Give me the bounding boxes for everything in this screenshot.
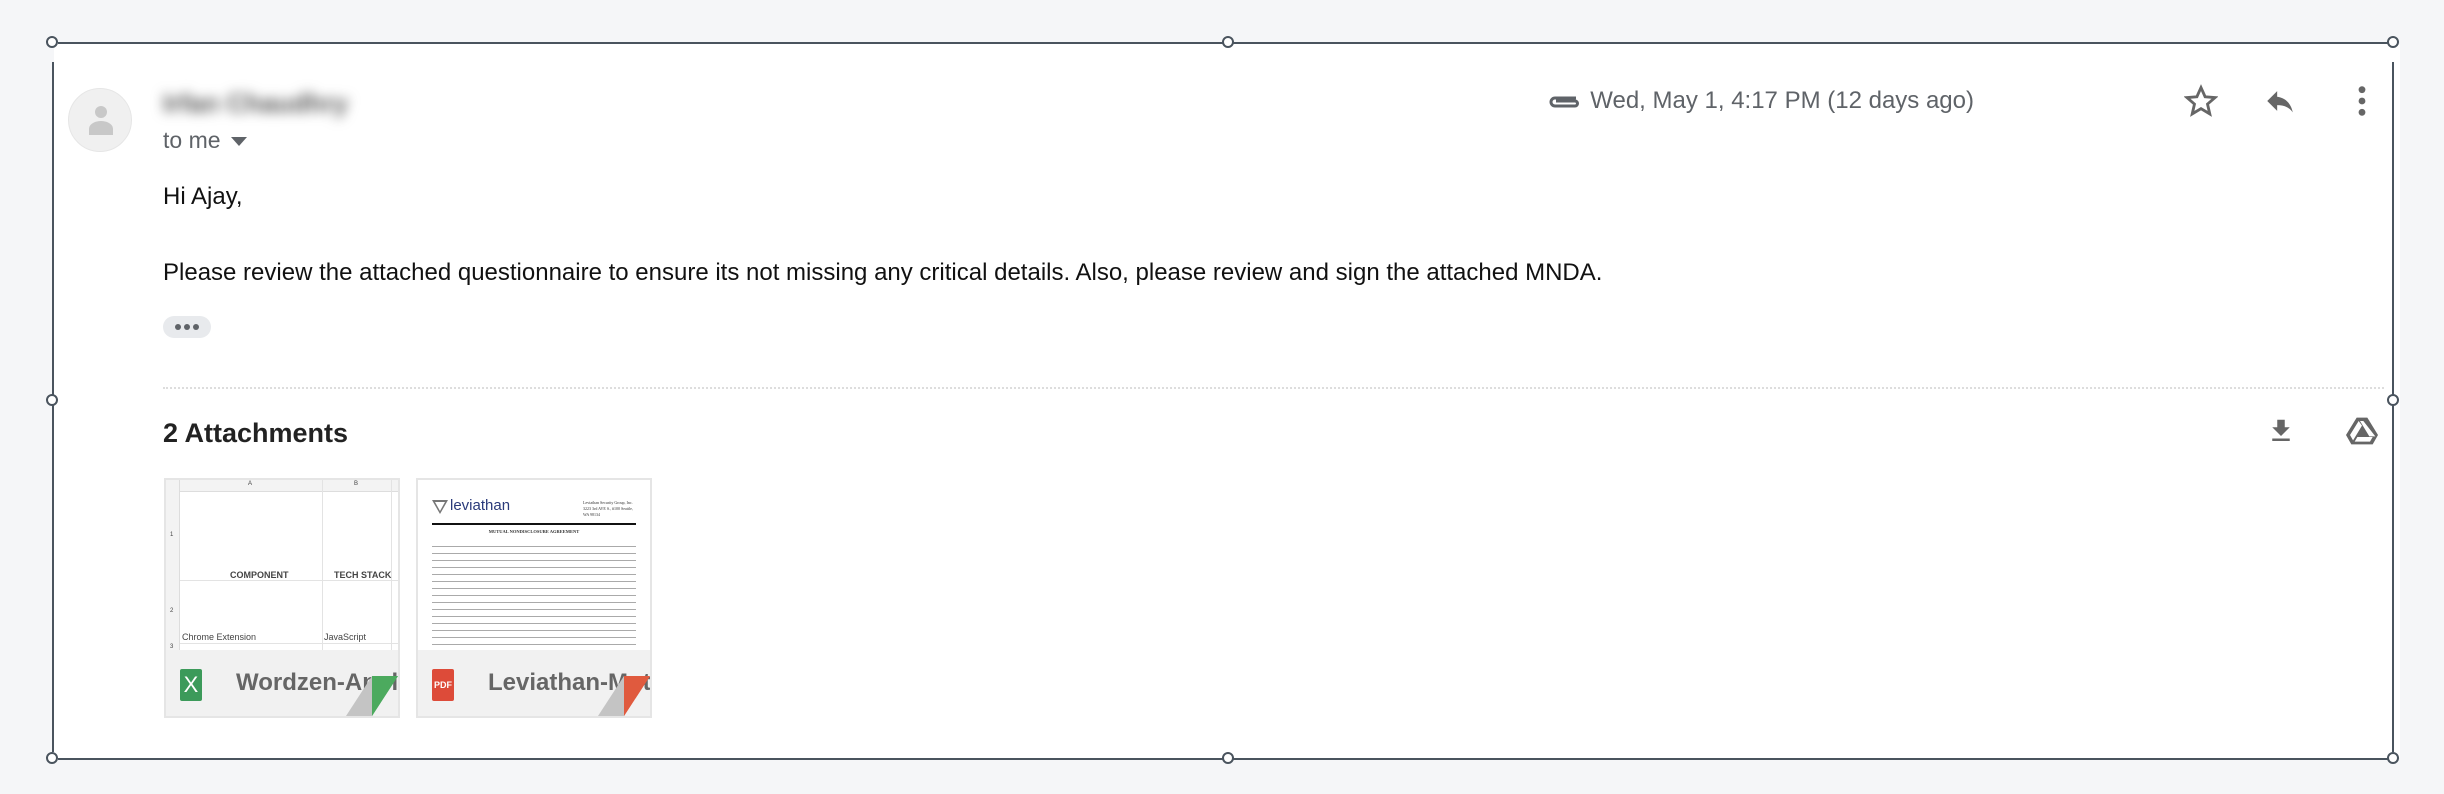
attachments-title: 2 Attachments — [163, 418, 349, 448]
selection-frame-right — [2392, 62, 2394, 752]
sender-name: Irfan Chaudhry — [163, 88, 348, 118]
row-header: 2 — [170, 608, 174, 614]
download-icon[interactable] — [2266, 416, 2296, 446]
attachment-footer: PDF Leviathan-Mutual-... — [418, 650, 650, 716]
cell: JavaScript — [324, 632, 367, 642]
attachment-icon — [1549, 96, 1580, 108]
reply-icon[interactable] — [2262, 84, 2298, 118]
email-message — [54, 44, 2400, 758]
caret-down-icon — [230, 137, 247, 147]
avatar[interactable] — [68, 88, 132, 152]
show-trimmed-content-button[interactable] — [163, 316, 211, 338]
cell: COMPONENT — [230, 570, 289, 580]
drive-icon[interactable] — [2346, 416, 2378, 446]
attachment-footer: X Wordzen-Applicati... — [166, 650, 398, 716]
divider — [163, 387, 2384, 389]
spreadsheet-preview: A B 1 2 3 COMPONENT TECH STACK Chrome Ex… — [166, 480, 398, 652]
resize-handle[interactable] — [1222, 752, 1234, 764]
more-vert-icon[interactable] — [2352, 84, 2372, 118]
resize-handle[interactable] — [46, 36, 58, 48]
resize-handle[interactable] — [1222, 36, 1234, 48]
pdf-heading: MUTUAL NONDISCLOSURE AGREEMENT — [488, 529, 580, 534]
column-header: A — [248, 481, 253, 487]
email-greeting: Hi Ajay, — [163, 183, 243, 210]
pdf-text-lines — [432, 542, 636, 647]
resize-handle[interactable] — [2387, 752, 2399, 764]
excel-file-icon: X — [180, 669, 202, 701]
resize-handle[interactable] — [46, 752, 58, 764]
resize-handle[interactable] — [46, 394, 58, 406]
pdf-preview: leviathan Leviathan Security Group, Inc.… — [418, 480, 650, 652]
page-fold — [346, 676, 372, 716]
resize-handle[interactable] — [2387, 36, 2399, 48]
page-fold — [598, 676, 624, 716]
email-body: Please review the attached questionnaire… — [163, 259, 1603, 286]
pdf-file-icon: PDF — [432, 669, 454, 701]
attachment-card-spreadsheet[interactable]: A B 1 2 3 COMPONENT TECH STACK Chrome Ex… — [164, 478, 400, 718]
pdf-logo-text: leviathan — [450, 497, 511, 514]
cell: TECH STACK — [334, 570, 392, 580]
resize-handle[interactable] — [2387, 394, 2399, 406]
selection-frame-left — [52, 62, 54, 752]
timestamp: Wed, May 1, 4:17 PM (12 days ago) — [1590, 87, 1974, 114]
recipient-dropdown[interactable]: to me — [163, 127, 247, 154]
attachment-card-pdf[interactable]: leviathan Leviathan Security Group, Inc.… — [416, 478, 652, 718]
row-header: 1 — [170, 532, 174, 538]
star-icon[interactable] — [2184, 84, 2218, 118]
leviathan-logo-icon — [432, 500, 448, 514]
person-icon — [89, 106, 113, 135]
pdf-address: Leviathan Security Group, Inc. 3223 3rd … — [583, 500, 633, 517]
recipient-label: to me — [163, 127, 221, 153]
cell: Chrome Extension — [182, 632, 257, 642]
column-header: B — [354, 481, 359, 487]
message-meta: Wed, May 1, 4:17 PM (12 days ago) — [1546, 87, 1974, 115]
